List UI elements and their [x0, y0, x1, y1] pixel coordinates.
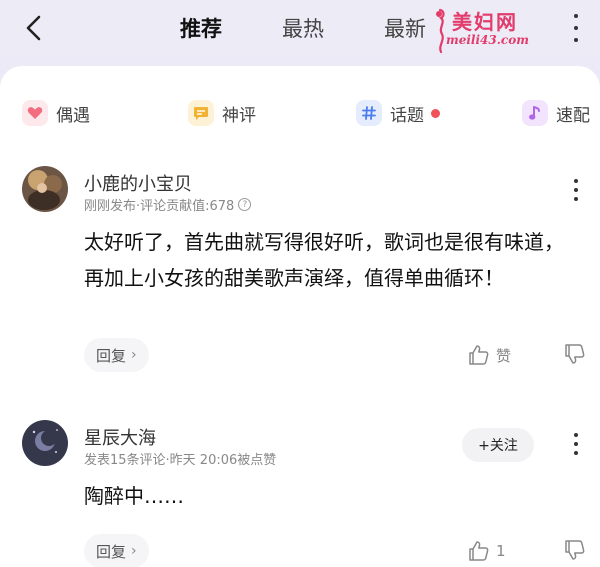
more-icon-dot [574, 14, 578, 18]
username[interactable]: 小鹿的小宝贝 [84, 170, 192, 196]
dislike-button[interactable] [564, 343, 588, 367]
chip-topics[interactable]: 话题 [356, 98, 440, 128]
back-button[interactable] [18, 12, 50, 44]
category-chips: 偶遇 神评 话题 速配 [0, 98, 600, 128]
music-note-icon [522, 100, 548, 126]
chip-quick-match[interactable]: 速配 [522, 98, 590, 128]
chip-label: 偶遇 [56, 105, 90, 126]
comment-text: 陶醉中…… [84, 484, 184, 508]
like-button[interactable]: 赞 [468, 343, 511, 367]
thumbs-up-icon [469, 345, 489, 365]
thumbs-down-icon [565, 540, 585, 560]
watermark-url: meili43.com [446, 33, 529, 47]
comment-meta: 发表15条评论·昨天 20:06被点赞 [84, 449, 276, 468]
comment-meta-text: 发表15条评论·昨天 20:06被点赞 [84, 453, 277, 468]
tab-hottest[interactable]: 最热 [282, 13, 324, 43]
comment-meta: 刚刚发布·评论贡献值:678 ? [84, 195, 252, 214]
help-icon[interactable]: ? [238, 198, 252, 211]
reply-label: 回复 [96, 346, 127, 365]
more-icon-dot [574, 188, 578, 192]
watermark-logo: 美妇网 meili43.com [432, 6, 552, 54]
chip-best-comments[interactable]: 神评 [188, 98, 256, 128]
woman-silhouette-icon [436, 8, 445, 54]
notification-dot [431, 108, 440, 118]
more-icon-dot [574, 179, 578, 183]
more-icon-dot [574, 451, 578, 455]
chip-label: 神评 [222, 105, 256, 126]
chevron-right-icon: › [131, 543, 137, 559]
thumbs-up-icon [469, 541, 489, 561]
dislike-button[interactable] [564, 539, 588, 563]
avatar[interactable] [22, 166, 68, 212]
like-count: 1 [496, 542, 506, 560]
more-icon-dot [574, 433, 578, 437]
hashtag-icon [356, 100, 382, 126]
comment-more-button[interactable] [572, 433, 580, 455]
comment-text: 太好听了，首先曲就写得很好听，歌词也是很有味道，再加上小女孩的甜美歌声演绎，值得… [84, 230, 564, 290]
comment-more-button[interactable] [572, 179, 580, 201]
comment-icon [188, 100, 214, 126]
more-icon-dot [574, 197, 578, 201]
like-button[interactable]: 1 [468, 539, 506, 563]
reply-button[interactable]: 回复 › [84, 534, 149, 567]
comment-item: 星辰大海 发表15条评论·昨天 20:06被点赞 +关注 陶醉中…… 回复 › … [0, 420, 600, 567]
thumbs-down-icon [565, 344, 585, 364]
comment-item: 小鹿的小宝贝 刚刚发布·评论贡献值:678 ? 太好听了，首先曲就写得很好听，歌… [0, 166, 600, 376]
tab-newest[interactable]: 最新 [384, 13, 426, 43]
top-bar: 推荐 最热 最新 美妇网 meili43.com [0, 0, 600, 62]
more-icon-dot [574, 38, 578, 42]
chip-label: 速配 [556, 105, 590, 126]
chevron-right-icon: › [131, 347, 137, 363]
more-icon-dot [574, 26, 578, 30]
more-options-button[interactable] [568, 14, 584, 42]
comment-meta-text: 刚刚发布·评论贡献值:678 [84, 199, 235, 214]
reply-label: 回复 [96, 542, 127, 561]
comments-panel: 偶遇 神评 话题 速配 小鹿的小宝贝 刚刚发布·评论贡献值:678 ? 太好听了… [0, 66, 600, 567]
username[interactable]: 星辰大海 [84, 424, 156, 450]
chevron-left-icon [26, 15, 41, 41]
avatar[interactable] [22, 420, 68, 466]
like-label: 赞 [496, 346, 512, 365]
heart-icon [22, 100, 48, 126]
chip-encounter[interactable]: 偶遇 [22, 98, 90, 128]
more-icon-dot [574, 442, 578, 446]
tab-recommended[interactable]: 推荐 [180, 13, 222, 43]
chip-label: 话题 [390, 105, 424, 126]
watermark-title: 美妇网 [452, 10, 518, 34]
reply-button[interactable]: 回复 › [84, 338, 149, 372]
follow-button[interactable]: +关注 [462, 428, 534, 462]
